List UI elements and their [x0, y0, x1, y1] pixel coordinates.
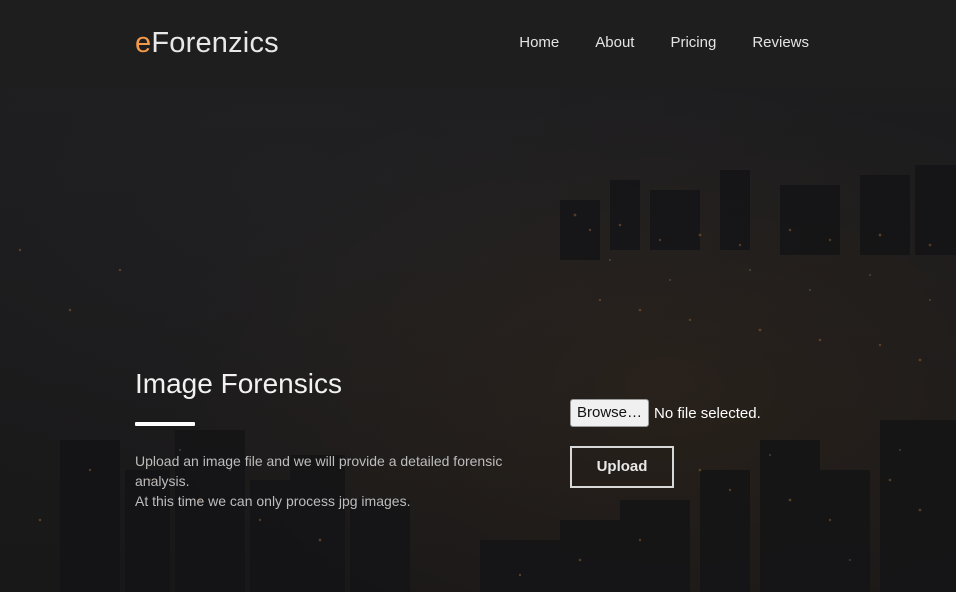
browse-button[interactable]: Browse… — [570, 399, 650, 427]
page-description: Upload an image file and we will provide… — [135, 451, 525, 511]
main-nav: Home About Pricing Reviews — [483, 34, 809, 51]
description-line-2: At this time we can only process jpg ima… — [135, 493, 411, 509]
file-input: Browse… No file selected. — [570, 399, 761, 427]
page: eForenzics Home About Pricing Reviews Im… — [0, 0, 956, 592]
nav-pricing[interactable]: Pricing — [670, 34, 716, 51]
upload-button[interactable]: Upload — [570, 446, 674, 488]
description-line-1: Upload an image file and we will provide… — [135, 453, 503, 489]
brand-accent-letter: e — [135, 27, 152, 59]
nav-home[interactable]: Home — [519, 34, 559, 51]
page-title: Image Forensics — [135, 368, 342, 399]
navbar: eForenzics Home About Pricing Reviews — [0, 0, 956, 88]
nav-reviews[interactable]: Reviews — [752, 34, 809, 51]
nav-about[interactable]: About — [595, 34, 634, 51]
file-status-text: No file selected. — [654, 404, 761, 422]
brand-name: Forenzics — [151, 27, 279, 59]
intro-section: Image Forensics Upload an image file and… — [135, 365, 535, 511]
brand-logo[interactable]: eForenzics — [135, 27, 279, 60]
upload-form: Browse… No file selected. Upload — [570, 399, 761, 488]
title-underline — [135, 422, 195, 426]
